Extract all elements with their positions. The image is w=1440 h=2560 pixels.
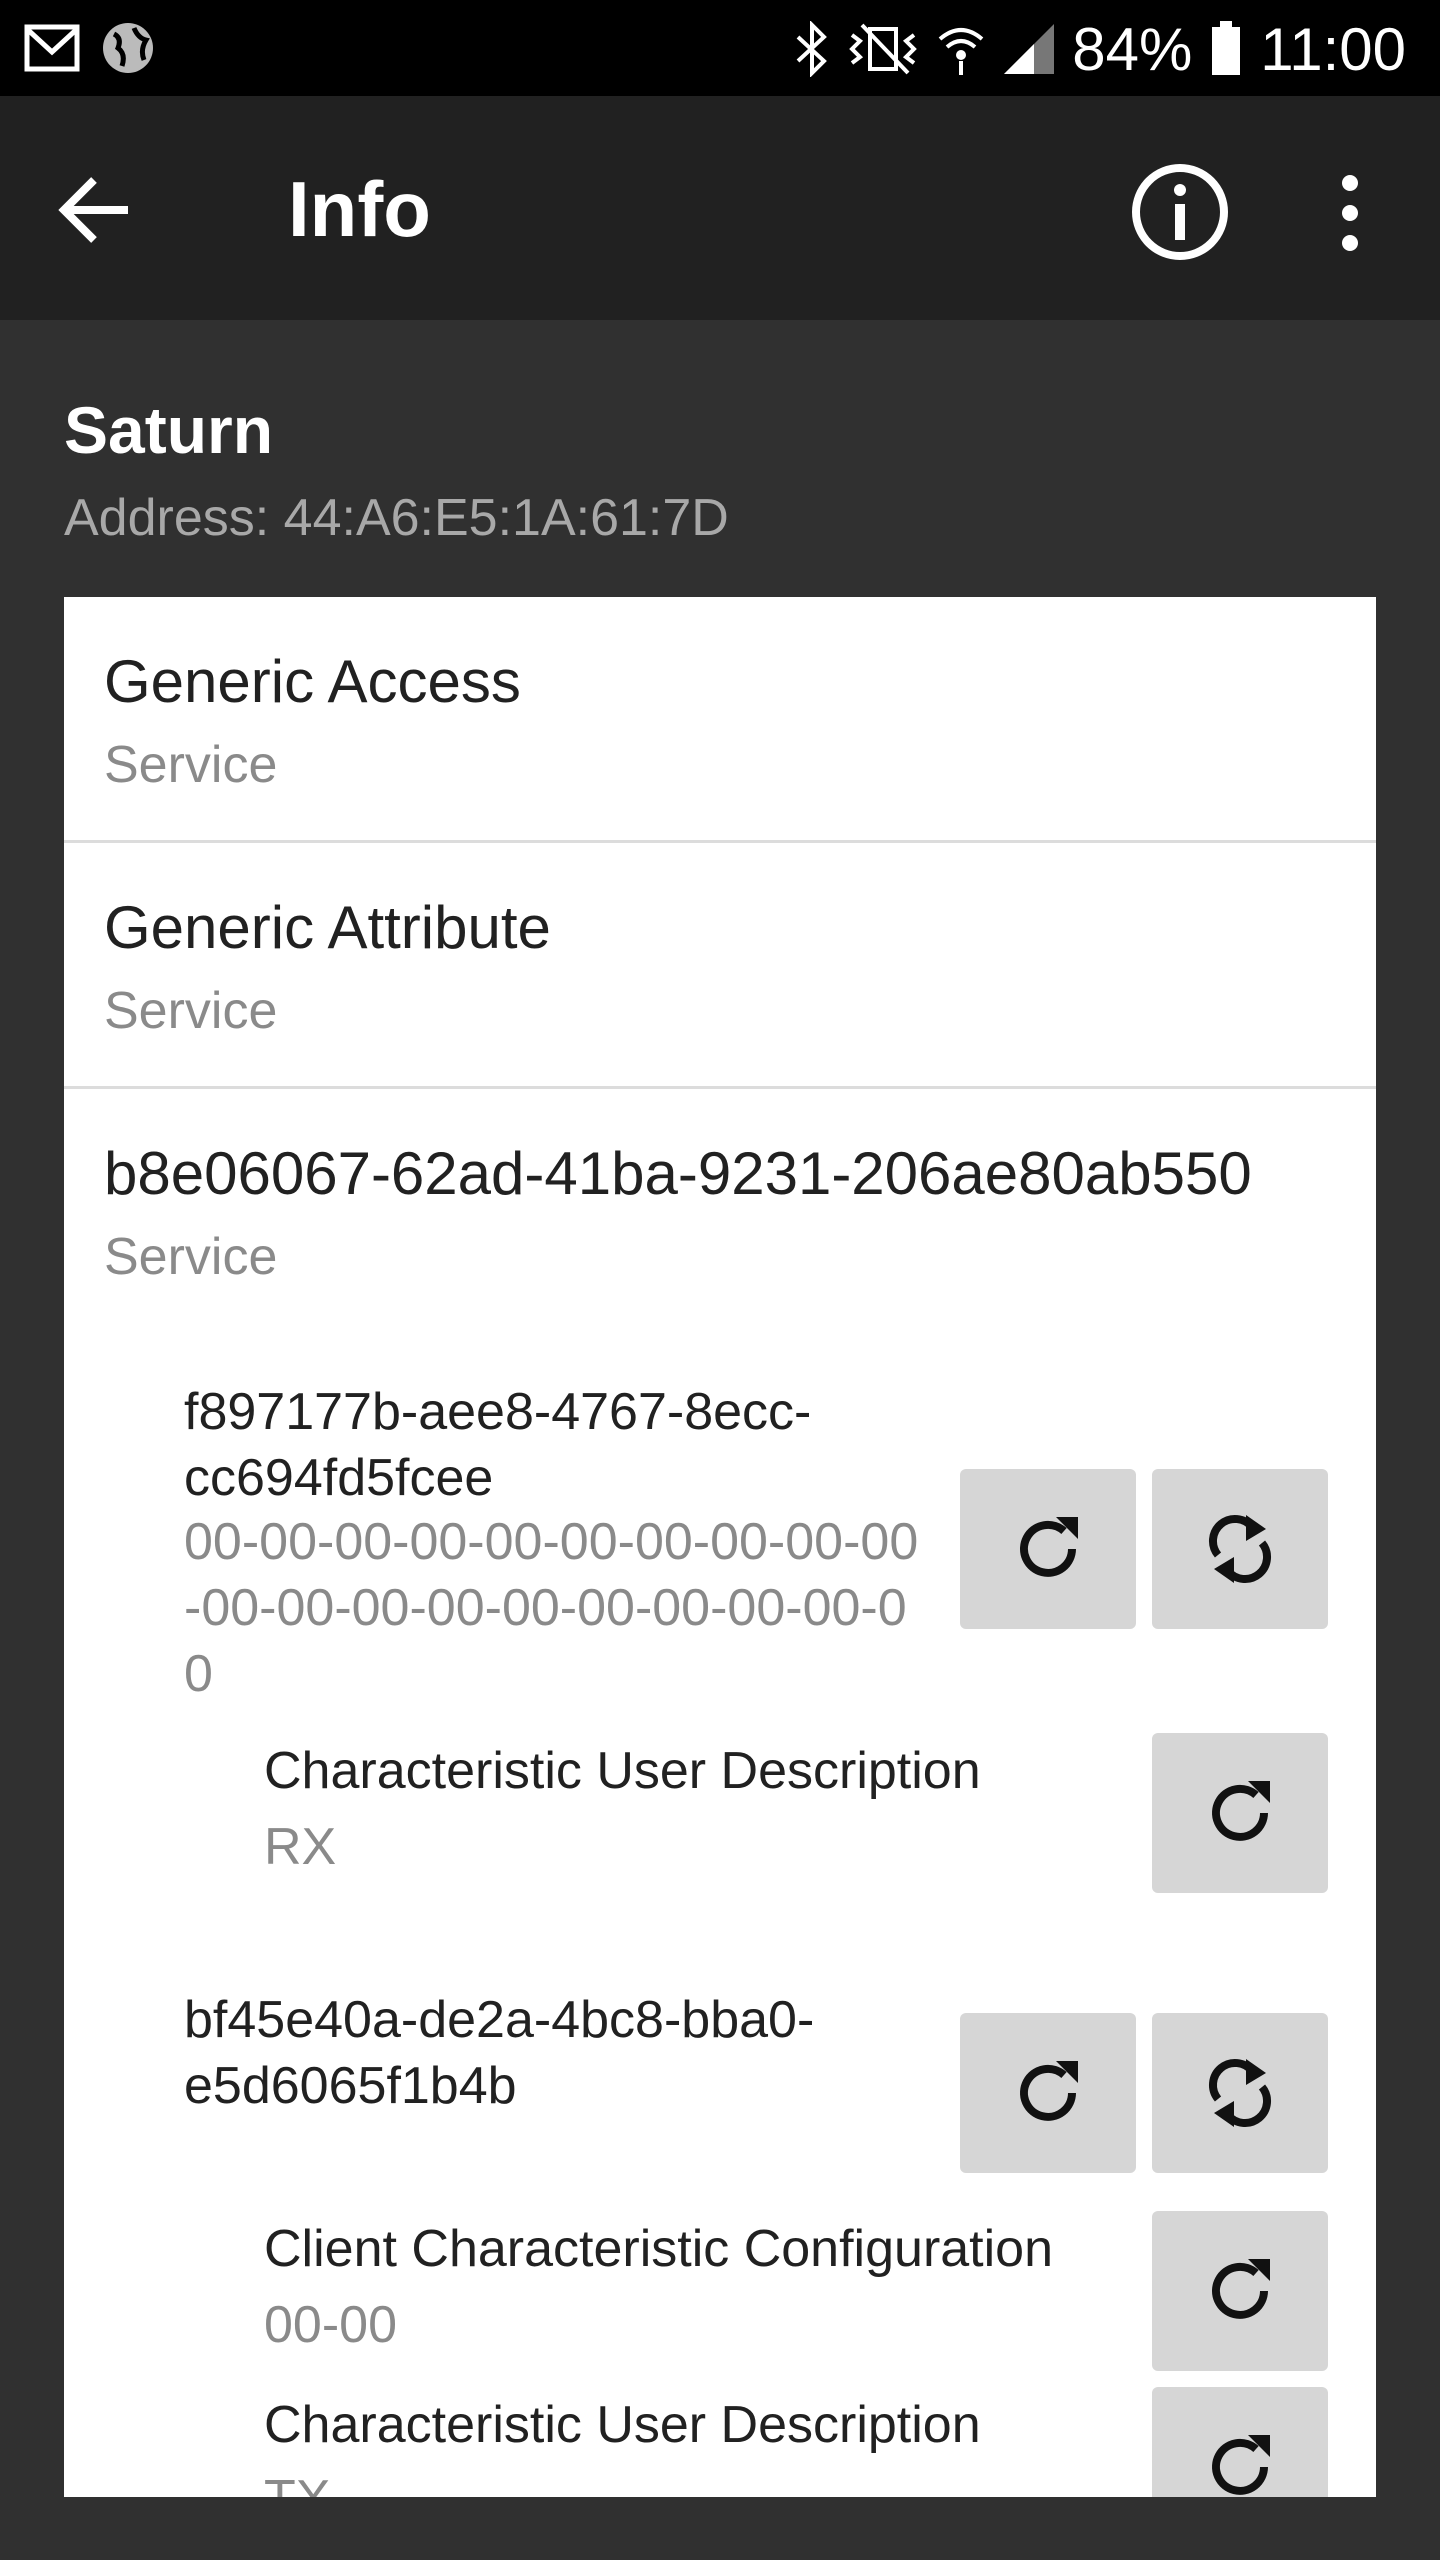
sync-icon — [1208, 1514, 1272, 1584]
refresh-icon — [1212, 2259, 1270, 2319]
characteristic-value-line: -00-00-00-00-00-00-00-00-00-0 — [184, 1579, 907, 1637]
clock: 11:00 — [1260, 15, 1406, 83]
refresh-icon — [1020, 1517, 1078, 1577]
characteristic-value-line: 00-00-00-00-00-00-00-00-00-00 — [184, 1513, 919, 1571]
refresh-icon — [1212, 1781, 1270, 1841]
descriptor-name: Client Characteristic Configuration — [264, 2220, 1054, 2278]
services-card: Generic Access Service Generic Attribute… — [64, 597, 1376, 2497]
read-button[interactable] — [1152, 2211, 1328, 2371]
read-button[interactable] — [1152, 1733, 1328, 1893]
globe-icon — [103, 23, 153, 73]
descriptor-value: RX — [264, 1818, 337, 1876]
descriptor-name: Characteristic User Description — [264, 2396, 981, 2454]
app-bar: Info — [0, 96, 1440, 320]
characteristic-uuid-line: cc694fd5fcee — [184, 1449, 494, 1507]
characteristic-uuid-line: e5d6065f1b4b — [184, 2057, 517, 2115]
service-name: Generic Attribute — [104, 894, 551, 961]
service-type: Service — [104, 736, 278, 794]
overflow-menu-button[interactable] — [1320, 168, 1380, 258]
read-button[interactable] — [960, 1469, 1136, 1629]
sync-icon — [1208, 2058, 1272, 2128]
characteristic-uuid-line: f897177b-aee8-4767-8ecc- — [184, 1383, 812, 1441]
wifi-icon — [938, 28, 984, 75]
refresh-icon — [1020, 2061, 1078, 2121]
read-button[interactable] — [1152, 2387, 1328, 2497]
service-name: Generic Access — [104, 648, 521, 715]
characteristic-uuid-line: bf45e40a-de2a-4bc8-bba0- — [184, 1991, 815, 2049]
back-button[interactable] — [56, 170, 136, 250]
service-item: b8e06067-62ad-41ba-9231-206ae80ab550 Ser… — [64, 1089, 1376, 2497]
service-type: Service — [104, 1228, 278, 1286]
device-address: Address: 44:A6:E5:1A:61:7D — [64, 489, 729, 547]
bluetooth-icon — [796, 21, 828, 77]
status-bar: 84% 11:00 — [0, 0, 1440, 96]
read-button[interactable] — [960, 2013, 1136, 2173]
battery-icon — [1212, 21, 1241, 75]
battery-percent: 84% — [1072, 15, 1193, 83]
service-item[interactable]: Generic Access Service — [64, 597, 1376, 840]
service-item[interactable]: Generic Attribute Service — [64, 843, 1376, 1086]
page-title: Info — [288, 165, 431, 253]
characteristic-uuid: f897177b-aee8-4767-8ecc- cc694fd5fcee — [184, 1379, 811, 1511]
characteristic-value: 00-00-00-00-00-00-00-00-00-00 -00-00-00-… — [184, 1509, 918, 1707]
characteristic-uuid: bf45e40a-de2a-4bc8-bba0- e5d6065f1b4b — [184, 1987, 814, 2119]
back-arrow-icon — [58, 177, 128, 243]
notify-button[interactable] — [1152, 2013, 1328, 2173]
descriptor-value: 00-00 — [264, 2296, 397, 2354]
service-type: Service — [104, 982, 278, 1040]
mail-icon — [24, 24, 80, 72]
service-name: b8e06067-62ad-41ba-9231-206ae80ab550 — [104, 1140, 1252, 1207]
info-icon — [1132, 164, 1228, 260]
descriptor-value: TX — [264, 2469, 330, 2497]
bottom-area — [0, 2497, 1440, 2560]
refresh-icon — [1212, 2435, 1270, 2495]
characteristic-value-line: 0 — [184, 1645, 213, 1703]
vibrate-icon — [849, 23, 918, 75]
more-vert-icon — [1342, 175, 1358, 251]
notify-button[interactable] — [1152, 1469, 1328, 1629]
descriptor-name: Characteristic User Description — [264, 1742, 981, 1800]
info-button[interactable] — [1130, 162, 1230, 262]
signal-icon — [1004, 24, 1055, 74]
device-name: Saturn — [64, 393, 274, 467]
